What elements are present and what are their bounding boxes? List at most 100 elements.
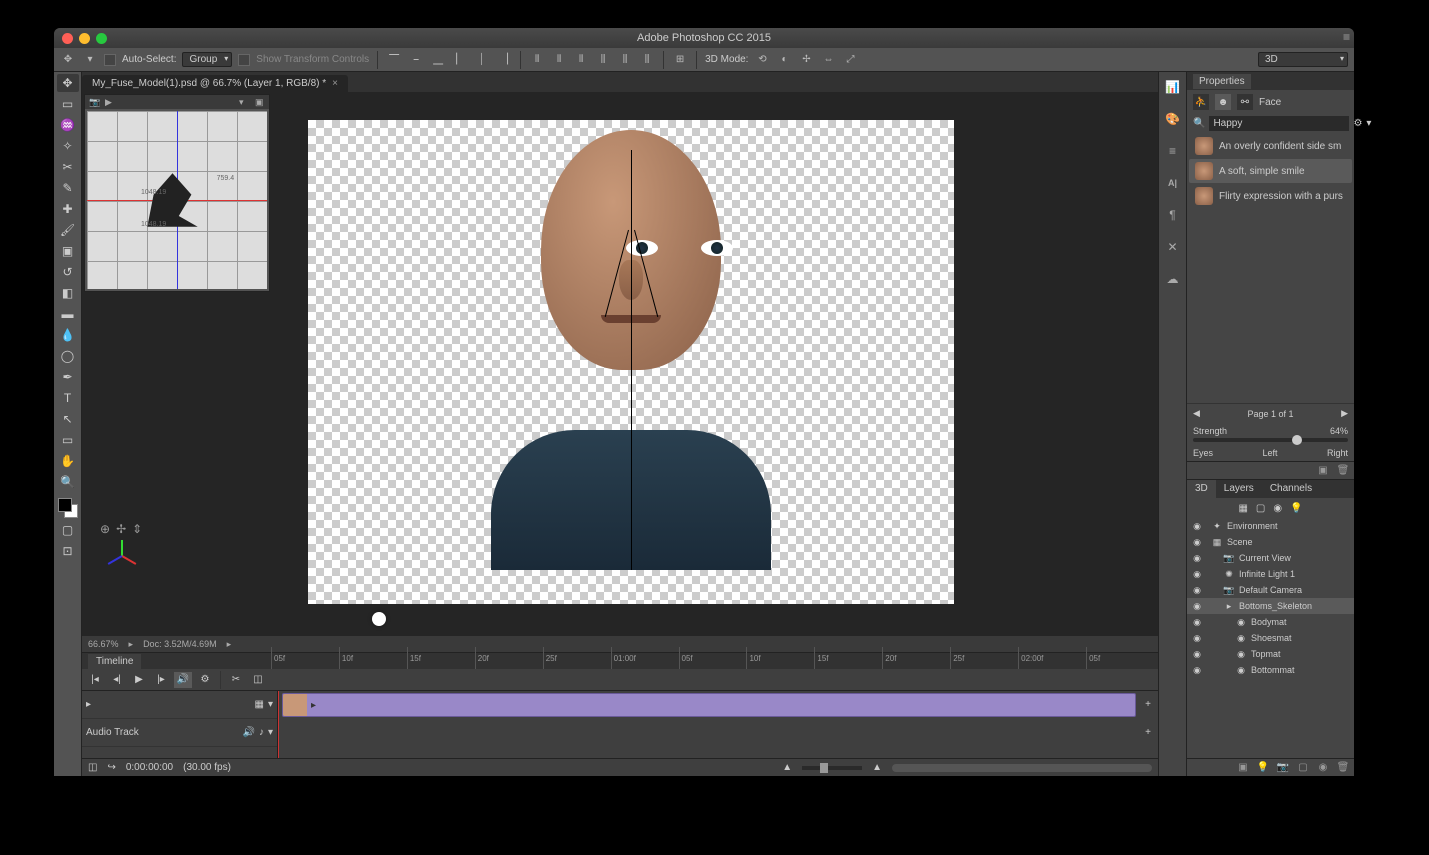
channels-panel-tab[interactable]: Channels <box>1262 480 1320 498</box>
navigator-3d-view[interactable]: 1048.19 759.4 1048.19 <box>87 111 267 289</box>
filter-material-icon[interactable]: ◉ <box>1273 503 1282 514</box>
new-mesh-button[interactable]: ▢ <box>1296 761 1310 775</box>
marquee-tool[interactable]: ▭ <box>57 95 79 113</box>
auto-select-mode-dropdown[interactable]: Group <box>182 52 232 67</box>
mute-button[interactable]: 🔊 <box>174 672 192 688</box>
3d-panel-menu[interactable]: ≡ <box>1343 30 1350 44</box>
add-video-track-button[interactable]: + <box>1140 696 1156 712</box>
align-right-icon[interactable]: ▕ <box>496 52 512 68</box>
healing-brush-tool[interactable]: ✚ <box>57 200 79 218</box>
track-menu-icon[interactable]: ▾ <box>268 699 273 710</box>
hand-tool[interactable]: ✋ <box>57 452 79 470</box>
gradient-tool[interactable]: ▬ <box>57 305 79 323</box>
3d-tree-item[interactable]: ◉▸Bottoms_Skeleton <box>1187 598 1354 614</box>
timeline-settings-button[interactable]: ⚙ <box>196 672 214 688</box>
libraries-panel-icon[interactable]: ☁ <box>1164 270 1182 288</box>
pen-tool[interactable]: ✒ <box>57 368 79 386</box>
timeline-tab[interactable]: Timeline <box>88 654 141 669</box>
align-top-icon[interactable]: ⎺ <box>386 52 402 68</box>
clip-expand-icon[interactable]: ▸ <box>307 700 316 711</box>
ground-plane-shadow-handle[interactable] <box>372 612 386 626</box>
distribute-hcenter-icon[interactable]: ⫼ <box>617 52 633 68</box>
filter-light-icon[interactable]: 💡 <box>1290 503 1302 514</box>
visibility-toggle[interactable]: ◉ <box>1191 521 1203 532</box>
eraser-tool[interactable]: ◧ <box>57 284 79 302</box>
3d-roll-icon[interactable]: ◐ <box>776 52 792 68</box>
history-brush-tool[interactable]: ↺ <box>57 263 79 281</box>
workspace-dropdown[interactable]: 3D <box>1258 52 1348 67</box>
quick-mask-toggle[interactable]: ▢ <box>57 521 79 539</box>
blur-tool[interactable]: 💧 <box>57 326 79 344</box>
expression-item[interactable]: An overly confident side sm <box>1189 134 1352 158</box>
distribute-vcenter-icon[interactable]: ⫴ <box>551 52 567 68</box>
tool-preset-dropdown[interactable]: ▾ <box>82 52 98 68</box>
link-icon[interactable]: ⚯ <box>1237 94 1253 110</box>
search-dropdown-icon[interactable]: ▾ <box>1366 118 1371 129</box>
color-panel-icon[interactable]: 🎨 <box>1164 110 1182 128</box>
3d-rotate-icon[interactable]: ⟲ <box>754 52 770 68</box>
face-search-input[interactable] <box>1209 116 1349 131</box>
render-button[interactable]: ▣ <box>1236 761 1250 775</box>
track-film-icon[interactable]: ▦ <box>255 699 264 710</box>
new-material-button[interactable]: ◉ <box>1316 761 1330 775</box>
3d-pan-icon[interactable]: ✢ <box>798 52 814 68</box>
filter-mesh-icon[interactable]: ▢ <box>1256 503 1265 514</box>
crop-tool[interactable]: ✂ <box>57 158 79 176</box>
audio-mute-icon[interactable]: 🔊 <box>243 727 255 738</box>
face-icon[interactable]: ☻ <box>1215 94 1231 110</box>
align-bottom-icon[interactable]: ⎽ <box>430 52 446 68</box>
visibility-toggle[interactable]: ◉ <box>1191 633 1203 644</box>
delete-3d-button[interactable]: 🗑 <box>1336 761 1350 775</box>
zoom-in-timeline-icon[interactable]: ▲ <box>872 762 882 773</box>
3d-axis-gizmo[interactable] <box>102 536 142 576</box>
visibility-toggle[interactable]: ◉ <box>1191 665 1203 676</box>
auto-align-icon[interactable]: ⊞ <box>672 52 688 68</box>
3d-tree-item[interactable]: ◉✦Environment <box>1187 518 1354 534</box>
visibility-toggle[interactable]: ◉ <box>1191 585 1203 596</box>
align-hcenter-icon[interactable]: │ <box>474 52 490 68</box>
canvas-area[interactable]: 📷 ▶ ▾ ▣ 1048.19 759.4 1048.19 <box>82 92 1158 636</box>
audio-menu-icon[interactable]: ▾ <box>268 727 273 738</box>
go-to-first-frame-button[interactable]: |◂ <box>86 672 104 688</box>
clone-stamp-tool[interactable]: ▣ <box>57 242 79 260</box>
align-left-icon[interactable]: ▏ <box>452 52 468 68</box>
visibility-toggle[interactable]: ◉ <box>1191 649 1203 660</box>
play-button[interactable]: ▶ <box>130 672 148 688</box>
close-tab-button[interactable]: × <box>332 78 338 89</box>
zoom-menu-icon[interactable]: ▸ <box>129 639 134 650</box>
distribute-right-icon[interactable]: ⫼ <box>639 52 655 68</box>
delete-expression-button[interactable]: 🗑 <box>1336 464 1350 478</box>
zoom-level[interactable]: 66.67% <box>88 639 119 649</box>
styles-panel-icon[interactable]: A| <box>1164 174 1182 192</box>
document-tab[interactable]: My_Fuse_Model(1).psd @ 66.7% (Layer 1, R… <box>82 75 348 92</box>
move-tool-icon[interactable]: ✥ <box>60 52 76 68</box>
3d-tree-item[interactable]: ◉◉Shoesmat <box>1187 630 1354 646</box>
page-next-button[interactable]: ▶ <box>1341 408 1348 419</box>
3d-tree-item[interactable]: ◉▦Scene <box>1187 534 1354 550</box>
zoom-tool[interactable]: 🔍 <box>57 473 79 491</box>
audio-track-header[interactable]: Audio Track 🔊 ♪ ▾ <box>82 719 277 747</box>
tools-panel-icon[interactable]: ✕ <box>1164 238 1182 256</box>
cam-orbit-icon[interactable]: ⊕ <box>100 522 110 536</box>
visibility-toggle[interactable]: ◉ <box>1191 601 1203 612</box>
transition-button[interactable]: ◫ <box>249 672 267 688</box>
properties-tab[interactable]: Properties <box>1193 74 1251 89</box>
document-canvas[interactable] <box>308 120 954 604</box>
split-clip-button[interactable]: ✂ <box>227 672 245 688</box>
lasso-tool[interactable]: ♒ <box>57 116 79 134</box>
video-clip[interactable]: ▸ <box>282 693 1136 717</box>
histogram-panel-icon[interactable]: 📊 <box>1164 78 1182 96</box>
paragraph-panel-icon[interactable]: ¶ <box>1164 206 1182 224</box>
magic-wand-tool[interactable]: ✧ <box>57 137 79 155</box>
3d-tree-item[interactable]: ◉✺Infinite Light 1 <box>1187 566 1354 582</box>
3d-model-face[interactable] <box>491 130 771 570</box>
audio-note-icon[interactable]: ♪ <box>259 727 264 738</box>
align-vcenter-icon[interactable]: ⎯ <box>408 52 424 68</box>
3d-tree-item[interactable]: ◉📷Current View <box>1187 550 1354 566</box>
cam-pan-icon[interactable]: ✢ <box>116 522 126 536</box>
pose-icon[interactable]: ⛹ <box>1193 94 1209 110</box>
3d-scale-icon[interactable]: ⤢ <box>842 52 858 68</box>
timeline-scrollbar[interactable] <box>892 764 1152 772</box>
3d-panel-tab[interactable]: 3D <box>1187 480 1216 498</box>
nav-video-icon[interactable]: ▶ <box>105 97 115 107</box>
